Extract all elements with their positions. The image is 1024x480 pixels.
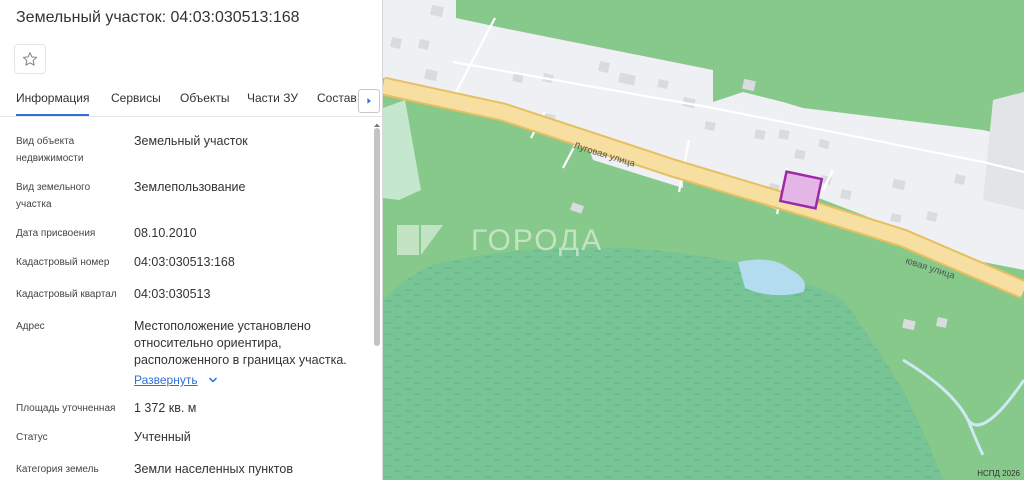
row-label: Вид земельного участка bbox=[16, 182, 91, 210]
row-label: Категория земель bbox=[16, 464, 99, 475]
tab-objects[interactable]: Объекты bbox=[180, 91, 230, 105]
expand-link-label: Развернуть bbox=[134, 373, 198, 387]
row-value: Местоположение установлено относительно … bbox=[134, 319, 347, 367]
row-label: Статус bbox=[16, 432, 48, 443]
map-view[interactable]: Луговая улица ювая улица ГОРОДА НСПД 202… bbox=[383, 0, 1024, 480]
row-value: 04:03:030513:168 bbox=[134, 255, 235, 269]
selected-parcel[interactable] bbox=[778, 170, 824, 210]
row-label: Адрес bbox=[16, 321, 45, 332]
row-value: Земли населенных пунктов bbox=[134, 462, 293, 476]
row-value: 04:03:030513 bbox=[134, 287, 211, 301]
scroll-thumb[interactable] bbox=[374, 128, 380, 346]
chevron-right-icon bbox=[367, 98, 371, 104]
row-label: Кадастровый номер bbox=[16, 257, 110, 268]
tab-composition[interactable]: Состав bbox=[317, 91, 357, 105]
row-label: Вид объекта недвижимости bbox=[16, 136, 84, 164]
row-label: Кадастровый квартал bbox=[16, 289, 117, 300]
address-expand-link[interactable]: Развернуть bbox=[134, 371, 218, 389]
favorite-button[interactable] bbox=[14, 44, 46, 74]
watermark-logo-icon bbox=[397, 225, 443, 255]
row-value: Земельный участок bbox=[134, 134, 248, 148]
row-value: 1 372 кв. м bbox=[134, 401, 197, 415]
page-title: Земельный участок: 04:03:030513:168 bbox=[16, 9, 300, 26]
star-icon bbox=[22, 52, 38, 66]
tabs-scroll-right-button[interactable] bbox=[358, 89, 380, 113]
chevron-down-icon bbox=[209, 377, 218, 383]
row-value: Землепользование bbox=[134, 180, 246, 194]
map-watermark: ГОРОДА bbox=[471, 224, 604, 257]
map-attribution: НСПД 2026 bbox=[977, 469, 1020, 478]
row-label: Дата присвоения bbox=[16, 228, 96, 239]
tab-bar: Информация Сервисы Объекты Части ЗУ Сост… bbox=[0, 88, 382, 117]
row-label: Площадь уточненная bbox=[16, 403, 116, 414]
attribute-list: Вид объекта недвижимости Земельный участ… bbox=[0, 125, 372, 480]
row-value: Учтенный bbox=[134, 430, 191, 444]
tab-parts[interactable]: Части ЗУ bbox=[247, 91, 298, 105]
info-panel: Земельный участок: 04:03:030513:168 Инфо… bbox=[0, 0, 383, 480]
tab-services[interactable]: Сервисы bbox=[111, 91, 161, 105]
tab-information[interactable]: Информация bbox=[16, 91, 90, 116]
row-value: 08.10.2010 bbox=[134, 226, 197, 240]
panel-scrollbar[interactable] bbox=[372, 122, 382, 480]
